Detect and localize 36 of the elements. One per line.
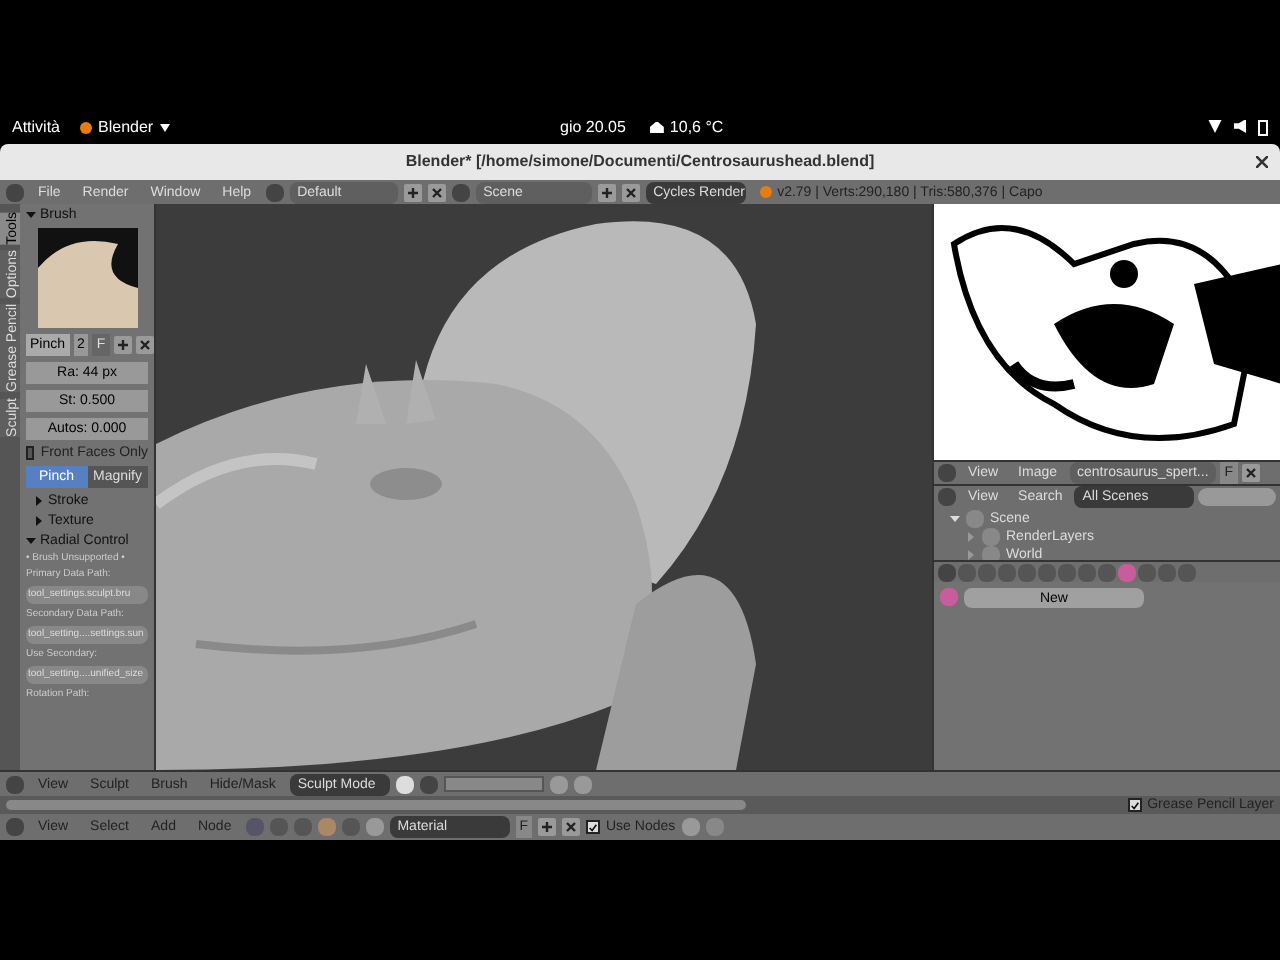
- add-icon[interactable]: [113, 336, 132, 354]
- checkbox[interactable]: [1127, 798, 1142, 812]
- checkbox[interactable]: [26, 446, 35, 460]
- close-icon[interactable]: [621, 183, 640, 201]
- expand-arrow-icon[interactable]: [966, 550, 976, 560]
- add-icon[interactable]: [538, 818, 556, 836]
- app-menu[interactable]: Blender: [98, 115, 154, 139]
- collapse-arrow-icon[interactable]: [26, 536, 36, 546]
- collapse-arrow-icon[interactable]: [26, 210, 36, 220]
- close-icon[interactable]: [1256, 156, 1268, 168]
- blender-icon: [759, 186, 772, 198]
- close-icon[interactable]: [135, 336, 154, 354]
- close-icon[interactable]: [427, 183, 446, 201]
- window-title: Blender* [/home/simone/Documenti/Centrosaurushead.blend]: [405, 150, 875, 174]
- layer-grid-icon[interactable]: [443, 776, 544, 792]
- expand-arrow-icon[interactable]: [966, 532, 976, 542]
- expand-arrow-icon[interactable]: [34, 496, 44, 506]
- battery-icon[interactable]: [1258, 119, 1268, 135]
- activities-button[interactable]: Attività: [12, 115, 61, 139]
- close-icon[interactable]: [562, 818, 580, 836]
- weather[interactable]: 10,6 °C: [669, 115, 724, 139]
- add-icon[interactable]: [597, 183, 616, 201]
- search-field[interactable]: [1198, 488, 1276, 506]
- weather-icon: [649, 121, 664, 133]
- timeline-scrollbar[interactable]: [6, 800, 746, 810]
- add-icon[interactable]: [403, 183, 422, 201]
- expand-arrow-icon[interactable]: [950, 514, 960, 524]
- wifi-icon[interactable]: [1208, 119, 1222, 133]
- checkbox[interactable]: [586, 820, 600, 834]
- expand-arrow-icon[interactable]: [34, 516, 44, 526]
- volume-icon[interactable]: [1234, 119, 1246, 133]
- close-icon[interactable]: [1241, 464, 1260, 482]
- clock[interactable]: gio 20.05: [560, 115, 626, 139]
- brush-preview-icon: [37, 228, 137, 328]
- app-icon: [80, 121, 93, 133]
- caret-icon[interactable]: [159, 123, 170, 131]
